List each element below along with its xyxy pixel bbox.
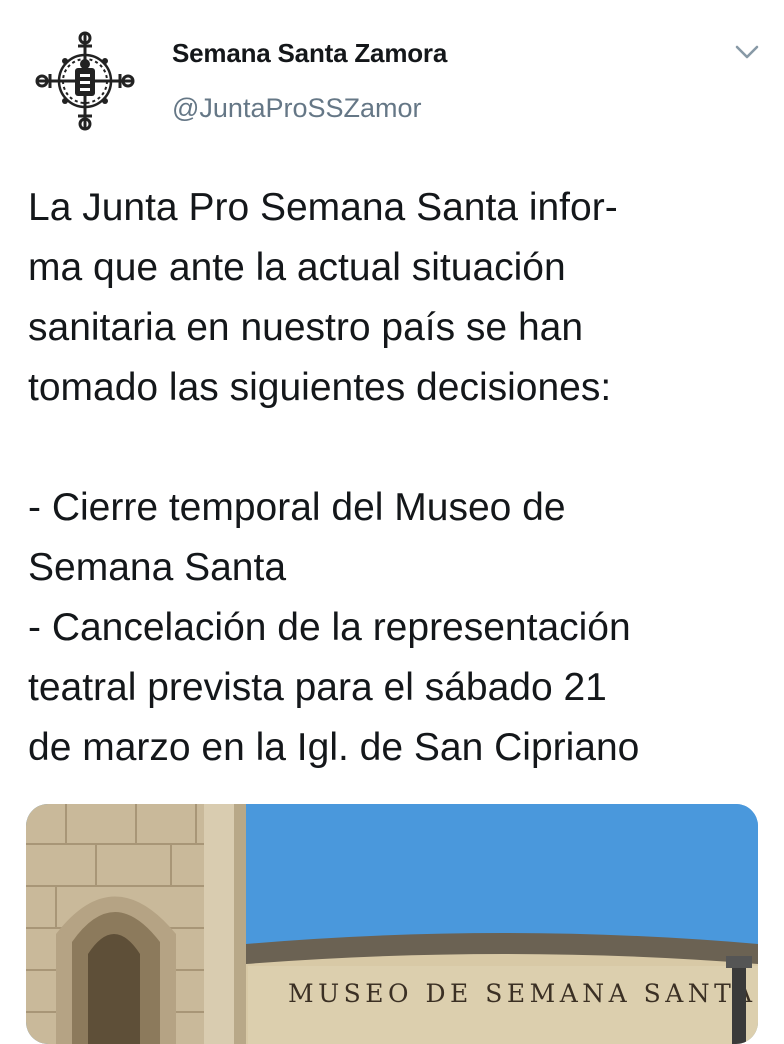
tweet-line: de marzo en la Igl. de San Cipriano	[28, 726, 640, 769]
tweet-line: - Cancelación de la representación	[28, 606, 631, 649]
tweet-line: Semana Santa	[28, 546, 287, 589]
tweet-line: ma que ante la actual situación	[28, 246, 566, 289]
user-handle[interactable]: @JuntaProSSZamor	[172, 93, 422, 124]
museum-sign: MUSEO DE SEMANA SANTA	[288, 979, 757, 1008]
tweet-line: La Junta Pro Semana Santa infor-	[28, 186, 618, 229]
museum-photo: MUSEO DE SEMANA SANTA	[26, 804, 758, 1044]
tweet-menu-button[interactable]	[734, 42, 760, 62]
avatar[interactable]	[30, 26, 140, 136]
chevron-down-icon	[735, 45, 759, 59]
tweet-line: tomado las siguientes decisiones:	[28, 366, 612, 409]
display-name[interactable]: Semana Santa Zamora	[172, 38, 447, 69]
tweet-text: La Junta Pro Semana Santa infor- ma que …	[28, 178, 768, 778]
tweet-line: - Cierre temporal del Museo de	[28, 486, 566, 529]
tweet-line: sanitaria en nuestro país se han	[28, 306, 584, 349]
tweet-line: teatral prevista para el sábado 21	[28, 666, 607, 709]
tweet-photo[interactable]: MUSEO DE SEMANA SANTA	[26, 804, 758, 1044]
cross-emblem-icon	[35, 31, 135, 131]
